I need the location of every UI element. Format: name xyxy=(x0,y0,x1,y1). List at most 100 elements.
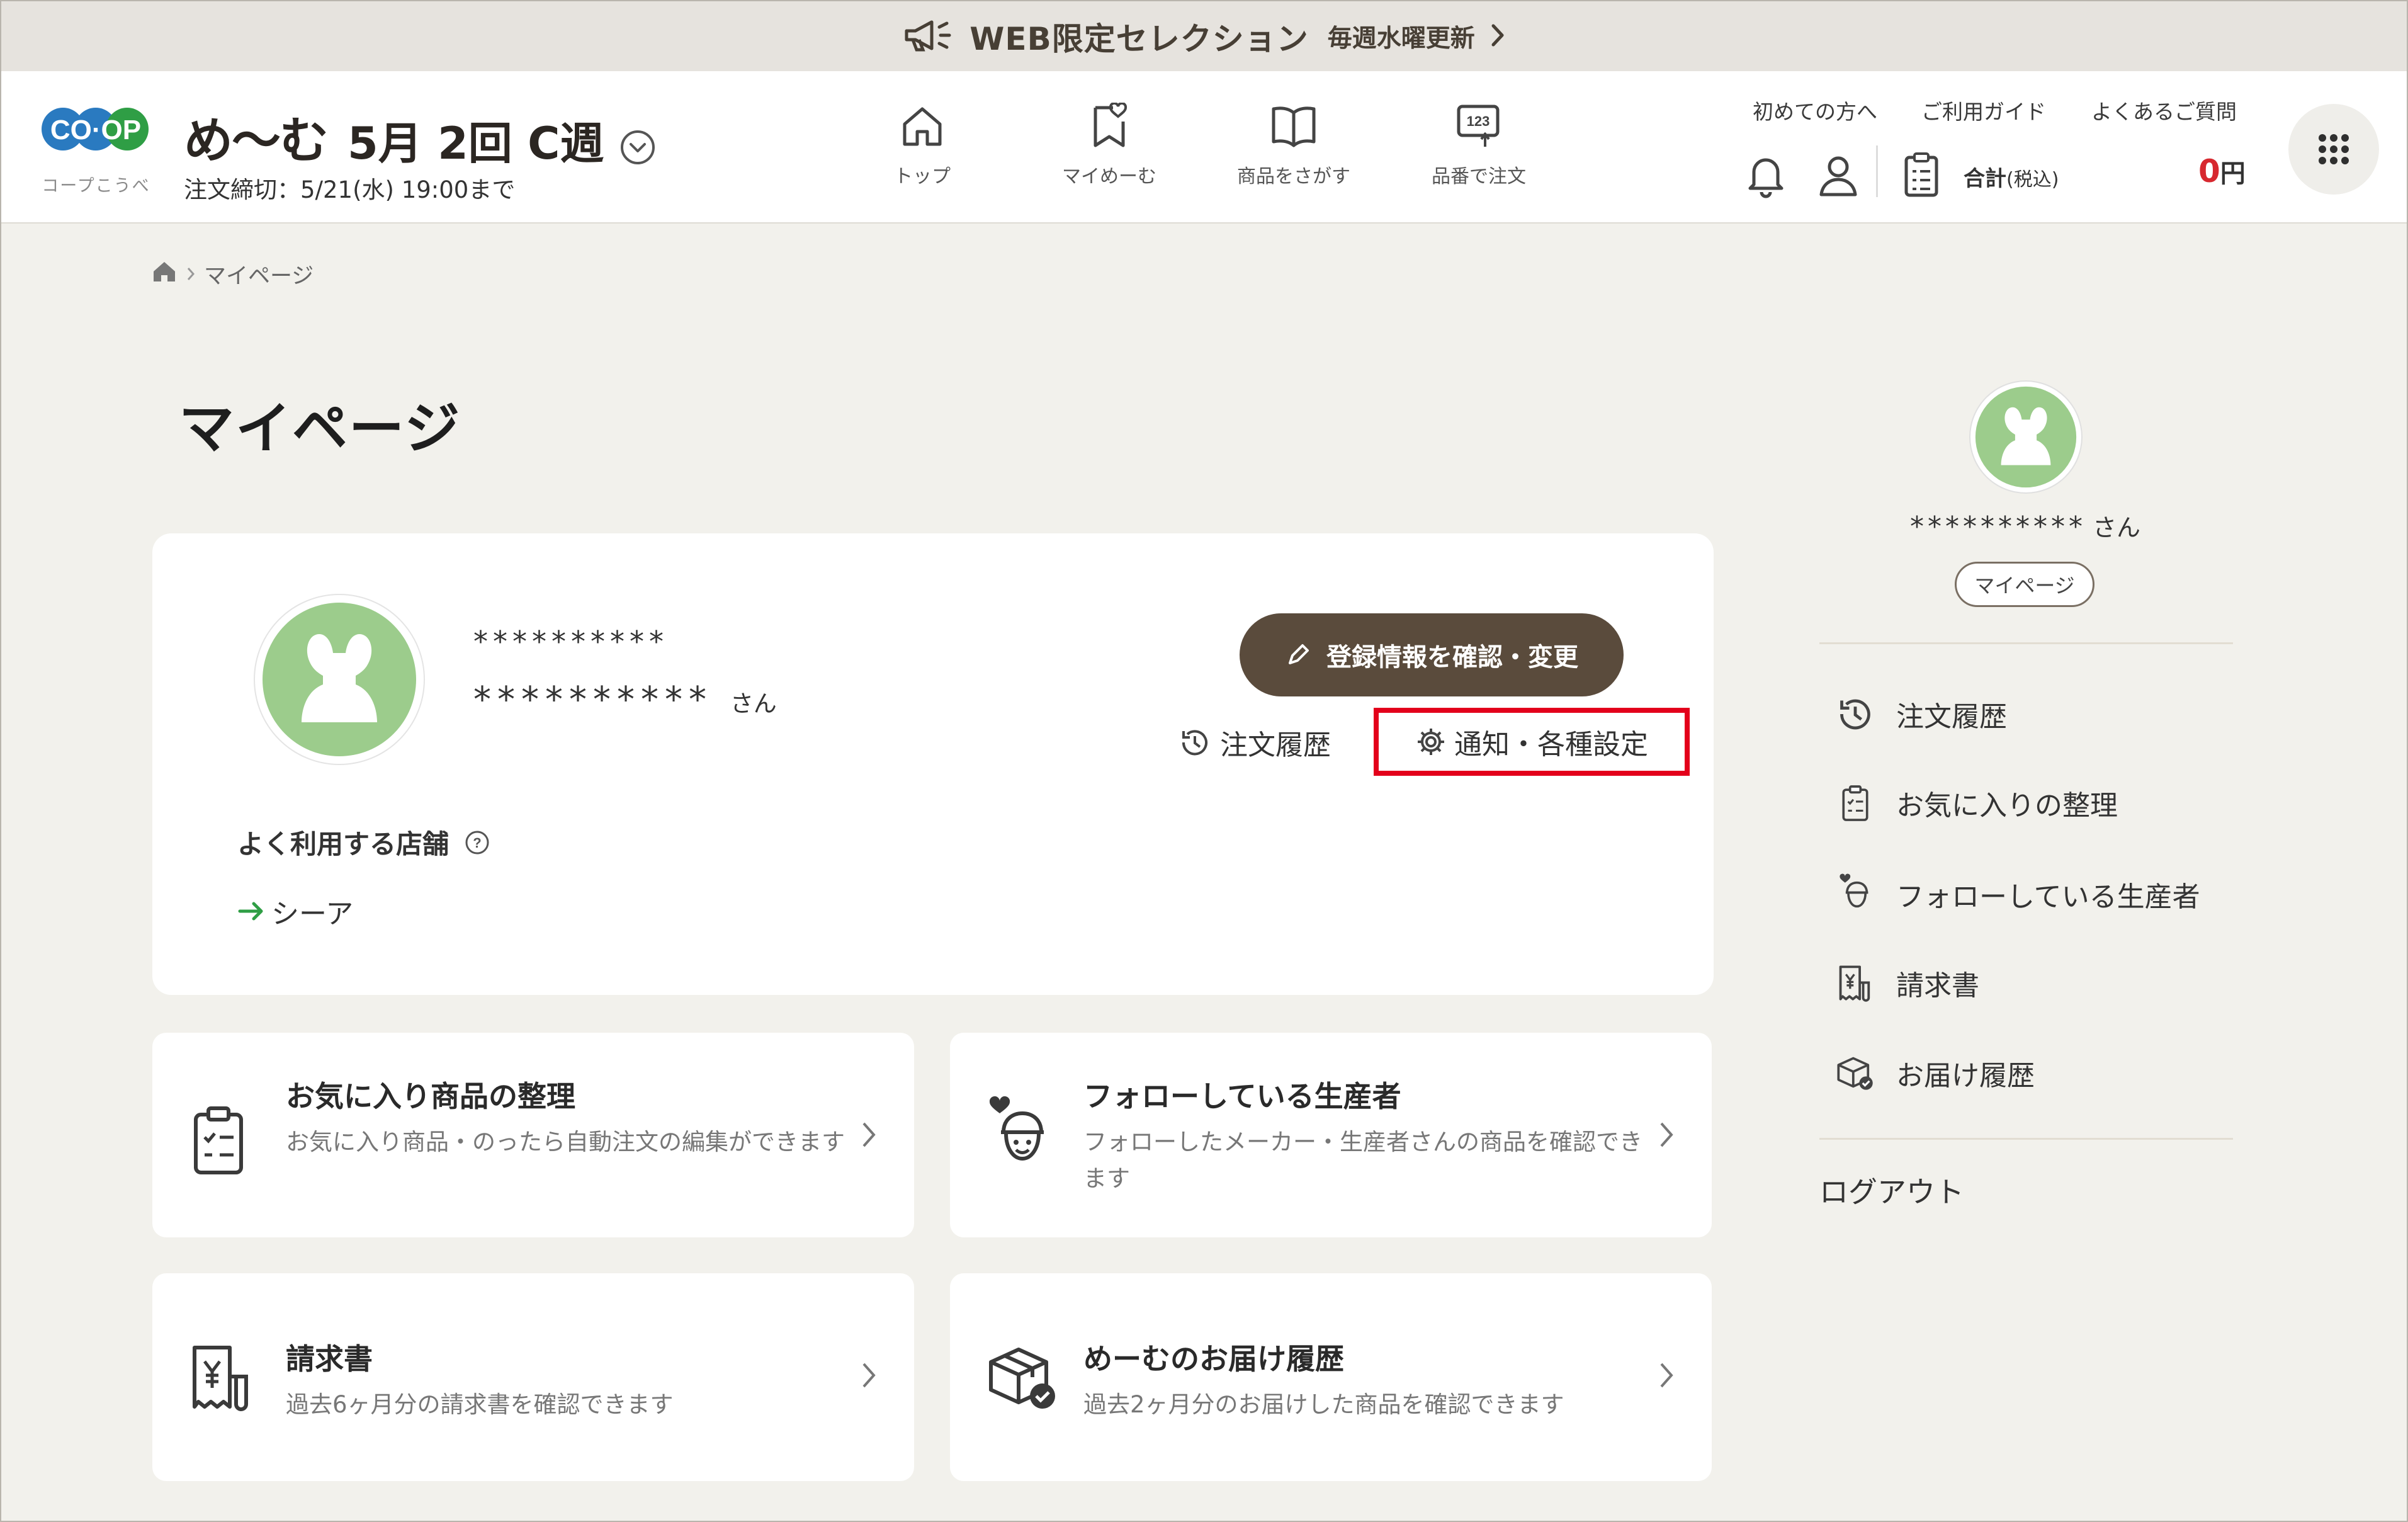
bookmark-heart-icon xyxy=(1094,101,1128,147)
chevron-right-icon xyxy=(861,1361,876,1392)
user-icon[interactable] xyxy=(1817,153,1859,201)
logout-link[interactable]: ログアウト xyxy=(1819,1169,1964,1211)
breadcrumb: マイページ xyxy=(151,258,314,290)
tile-description: お気に入り商品・のったら自動注文の編集ができます xyxy=(286,1128,845,1156)
tile-delivery-history[interactable]: めーむのお届け履歴 過去2ヶ月分のお届けした商品を確認できます xyxy=(950,1273,1712,1481)
divider xyxy=(1819,1138,2233,1140)
clipboard-list-icon[interactable] xyxy=(1902,150,1940,202)
sidebar-item-label: お気に入りの整理 xyxy=(1896,790,2118,822)
sidebar-item-invoice[interactable]: 請求書 xyxy=(1833,963,1979,1003)
sidebar-item-label: お届け履歴 xyxy=(1896,1060,2035,1092)
delivery-box-icon xyxy=(1833,1053,1877,1093)
edit-profile-button[interactable]: 登録情報を確認・変更 xyxy=(1240,613,1624,696)
sidebar-mypage-button[interactable]: マイページ xyxy=(1955,562,2094,607)
cart-total-label: 合計(税込) xyxy=(1964,166,2059,191)
brand-week[interactable]: め～む 5月 2回 C週 xyxy=(184,101,656,172)
home-icon xyxy=(903,107,942,146)
svg-text:?: ? xyxy=(473,835,481,851)
tile-title: お気に入り商品の整理 xyxy=(286,1079,575,1113)
arrow-right-icon xyxy=(238,902,263,921)
help-icon[interactable]: ? xyxy=(464,829,490,856)
book-icon xyxy=(1272,106,1316,147)
delivery-box-icon xyxy=(985,1339,1060,1417)
chevron-right-icon xyxy=(1659,1361,1674,1392)
cart-total-amount: 0円 xyxy=(2198,153,2246,190)
profile-card: ********** ********** さん 登録情報を確認・変更 注文履歴… xyxy=(152,533,1714,995)
sidebar-item-favorites[interactable]: お気に入りの整理 xyxy=(1833,782,2118,824)
tile-favorites[interactable]: お気に入り商品の整理 お気に入り商品・のったら自動注文の編集ができます xyxy=(152,1033,914,1237)
banner-subtitle: 毎週水曜更新 xyxy=(1327,24,1475,53)
site-header: CO·OP コープこうべ め～む 5月 2回 C週 注文締切：5/21(水) 1… xyxy=(1,71,2407,224)
masked-member-name: ********** さん xyxy=(473,679,777,720)
avatar xyxy=(255,595,424,764)
delivery-week: 5月 2回 C週 xyxy=(348,118,604,169)
bell-icon[interactable] xyxy=(1745,153,1787,201)
tile-description: 過去2ヶ月分のお届けした商品を確認できます xyxy=(1083,1391,1564,1418)
tile-description: フォローしたメーカー・生産者さんの商品を確認できます xyxy=(1083,1128,1642,1192)
sidebar-item-label: フォローしている生産者 xyxy=(1896,881,2200,913)
sidebar-item-order-history[interactable]: 注文履歴 xyxy=(1833,694,2007,734)
link-faq[interactable]: よくあるご質問 xyxy=(2091,95,2237,125)
pencil-icon xyxy=(1289,644,1309,664)
nav-order-by-number[interactable]: 123 品番で注文 xyxy=(1406,103,1551,188)
sidebar-item-followed-producers[interactable]: フォローしている生産者 xyxy=(1833,873,2200,916)
sidebar-item-label: 注文履歴 xyxy=(1896,701,2007,733)
nav-label: 品番で注文 xyxy=(1432,166,1526,188)
sidebar-item-label: 請求書 xyxy=(1896,970,1979,1002)
tile-title: めーむのお届け履歴 xyxy=(1083,1342,1344,1376)
chevron-right-icon xyxy=(1490,23,1505,50)
invoice-yen-icon xyxy=(1833,964,1877,1002)
nav-label: マイめーむ xyxy=(1062,166,1156,188)
favorite-store-link[interactable]: シーア xyxy=(237,891,353,931)
coop-logo[interactable]: CO·OP コープこうべ xyxy=(38,96,154,196)
divider xyxy=(1876,145,1878,197)
grid-menu-icon xyxy=(2319,134,2349,164)
producer-heart-icon xyxy=(985,1094,1054,1179)
settings-label: 通知・各種設定 xyxy=(1454,729,1648,761)
nav-top[interactable]: トップ xyxy=(850,103,995,188)
promo-banner[interactable]: WEB限定セレクション 毎週水曜更新 xyxy=(1,1,2407,71)
notification-settings-link[interactable]: 通知・各種設定 xyxy=(1374,708,1690,776)
producer-heart-icon xyxy=(1833,873,1877,916)
svg-text:123: 123 xyxy=(1467,113,1490,129)
sidebar-item-delivery-history[interactable]: お届け履歴 xyxy=(1833,1053,2035,1093)
link-first-time[interactable]: 初めての方へ xyxy=(1753,95,1877,125)
nav-search-products[interactable]: 商品をさがす xyxy=(1221,103,1366,188)
page-title: マイページ xyxy=(179,396,461,461)
banner-title: WEB限定セレクション xyxy=(969,20,1309,57)
history-icon xyxy=(1833,695,1877,734)
chevron-right-icon xyxy=(861,1121,876,1151)
tile-followed-producers[interactable]: フォローしている生産者 フォローしたメーカー・生産者さんの商品を確認できます xyxy=(950,1033,1712,1237)
chevron-right-icon xyxy=(1659,1121,1674,1151)
nav-my-meemu[interactable]: マイめーむ xyxy=(1037,101,1182,188)
home-icon[interactable] xyxy=(151,259,178,290)
masked-member-id: ********** xyxy=(473,625,669,659)
sidebar-member-name: ********** さん xyxy=(1909,511,2140,543)
clipboard-list-icon xyxy=(187,1102,250,1180)
favorite-store-title: よく利用する店舗 ? xyxy=(237,823,490,861)
avatar xyxy=(1970,382,2081,492)
tile-description: 過去6ヶ月分の請求書を確認できます xyxy=(286,1391,674,1418)
svg-text:CO·OP: CO·OP xyxy=(50,115,141,145)
order-deadline: 注文締切：5/21(水) 19:00まで xyxy=(184,176,516,203)
order-history-label: 注文履歴 xyxy=(1220,729,1331,761)
tile-title: 請求書 xyxy=(286,1342,373,1376)
brand-name: め～む xyxy=(184,113,329,169)
tile-invoice[interactable]: 請求書 過去6ヶ月分の請求書を確認できます xyxy=(152,1273,914,1481)
edit-profile-label: 登録情報を確認・変更 xyxy=(1326,643,1578,672)
logo-subtext: コープこうべ xyxy=(42,176,150,196)
gear-icon xyxy=(1418,729,1444,755)
store-name: シーア xyxy=(271,898,354,930)
tile-title: フォローしている生産者 xyxy=(1083,1079,1401,1113)
link-usage-guide[interactable]: ご利用ガイド xyxy=(1921,95,2046,125)
clipboard-list-icon xyxy=(1833,782,1877,824)
nav-label: 商品をさがす xyxy=(1237,166,1350,188)
page-frame: WEB限定セレクション 毎週水曜更新 CO·OP コープこうべ め～む 5月 2… xyxy=(0,0,2408,1522)
divider xyxy=(1819,642,2233,644)
history-icon xyxy=(1182,730,1207,756)
app-menu-button[interactable] xyxy=(2288,104,2379,195)
chevron-down-circle-icon[interactable] xyxy=(619,129,656,168)
order-history-link[interactable]: 注文履歴 xyxy=(1179,722,1331,763)
chevron-right-icon xyxy=(186,263,195,287)
nav-label: トップ xyxy=(894,166,951,188)
